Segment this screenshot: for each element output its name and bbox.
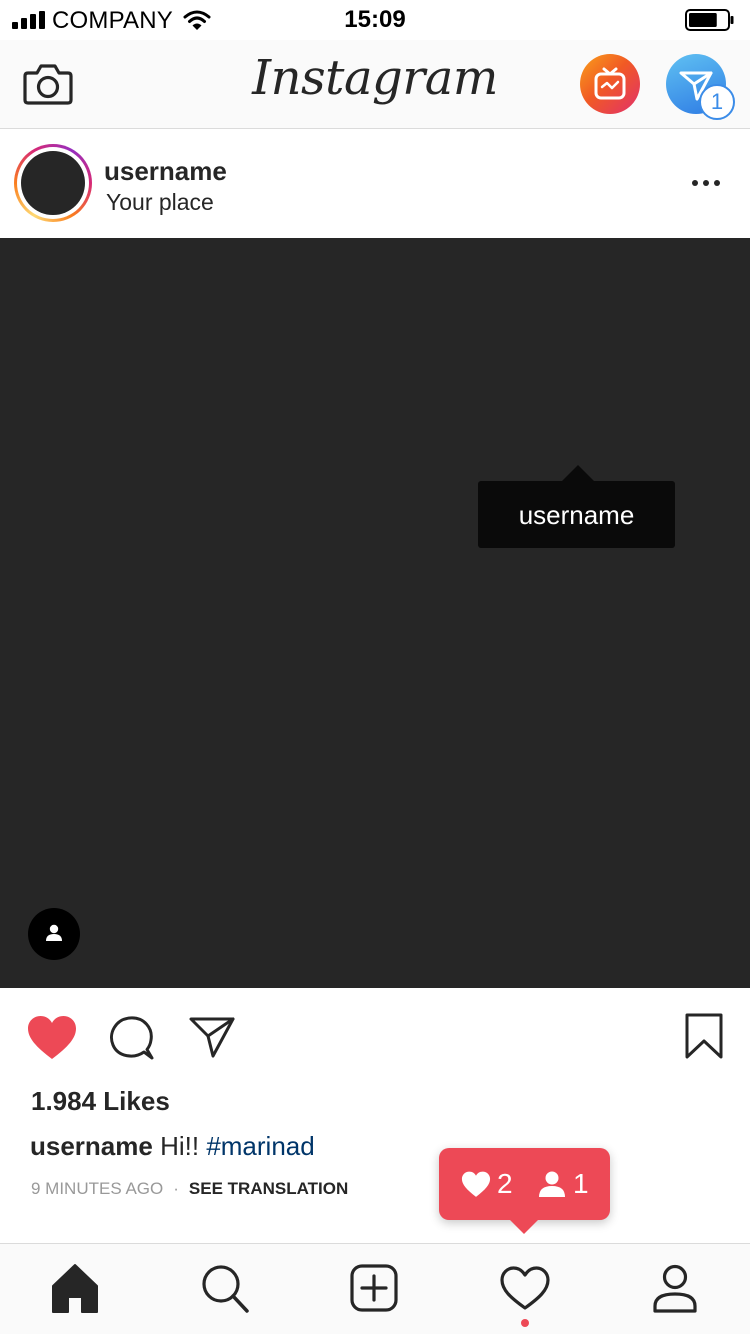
caption-hashtag[interactable]: #marinad [206, 1131, 314, 1161]
post-meta: 9 MINUTES AGO · SEE TRANSLATION [31, 1179, 348, 1199]
post-time: 9 MINUTES AGO [31, 1179, 164, 1198]
bookmark-icon[interactable] [684, 1012, 724, 1060]
popup-followers-count: 1 [573, 1168, 589, 1199]
likes-count[interactable]: 1.984 Likes [31, 1086, 170, 1117]
igtv-icon [594, 67, 626, 100]
bottom-tab-bar [0, 1243, 750, 1334]
activity-popup-arrow [509, 1219, 539, 1234]
activity-notification-popup[interactable]: 2 1 [439, 1148, 610, 1220]
post-username[interactable]: username [104, 156, 227, 187]
see-translation-link[interactable]: SEE TRANSLATION [189, 1179, 348, 1198]
status-bar: COMPANY 15:09 [0, 0, 750, 40]
search-icon[interactable] [198, 1262, 252, 1316]
user-tag-tooltip[interactable]: username [478, 481, 675, 548]
post-location[interactable]: Your place [106, 189, 214, 216]
post-actions [0, 988, 750, 1088]
add-post-icon[interactable] [347, 1262, 401, 1316]
popup-likes-count: 2 [497, 1168, 513, 1199]
post-header: username Your place [0, 129, 750, 238]
user-tag-icon [46, 924, 62, 941]
igtv-button[interactable] [580, 54, 640, 114]
status-time: 15:09 [344, 6, 406, 33]
direct-message-badge: 1 [699, 84, 735, 120]
avatar [21, 151, 85, 215]
more-options-icon[interactable] [688, 171, 724, 195]
caption-username[interactable]: username [30, 1131, 153, 1161]
comment-icon[interactable] [108, 1015, 156, 1061]
activity-icon[interactable] [498, 1262, 552, 1316]
caption-text: Hi!! [160, 1131, 200, 1161]
tagged-users-button[interactable] [28, 908, 80, 960]
story-ring[interactable] [14, 144, 92, 222]
person-icon [539, 1171, 565, 1197]
post-image[interactable]: username [0, 238, 750, 988]
profile-icon[interactable] [648, 1262, 702, 1316]
like-heart-icon[interactable] [27, 1015, 77, 1061]
home-icon[interactable] [48, 1262, 102, 1316]
meta-separator: · [173, 1179, 179, 1198]
share-icon[interactable] [188, 1015, 236, 1059]
top-nav-bar: Instagram 1 [0, 40, 750, 129]
heart-icon [461, 1171, 491, 1197]
battery-icon [685, 9, 734, 31]
tag-tooltip-arrow [562, 465, 594, 481]
activity-indicator-dot [521, 1319, 529, 1327]
post-caption: username Hi!! #marinad [30, 1131, 315, 1162]
